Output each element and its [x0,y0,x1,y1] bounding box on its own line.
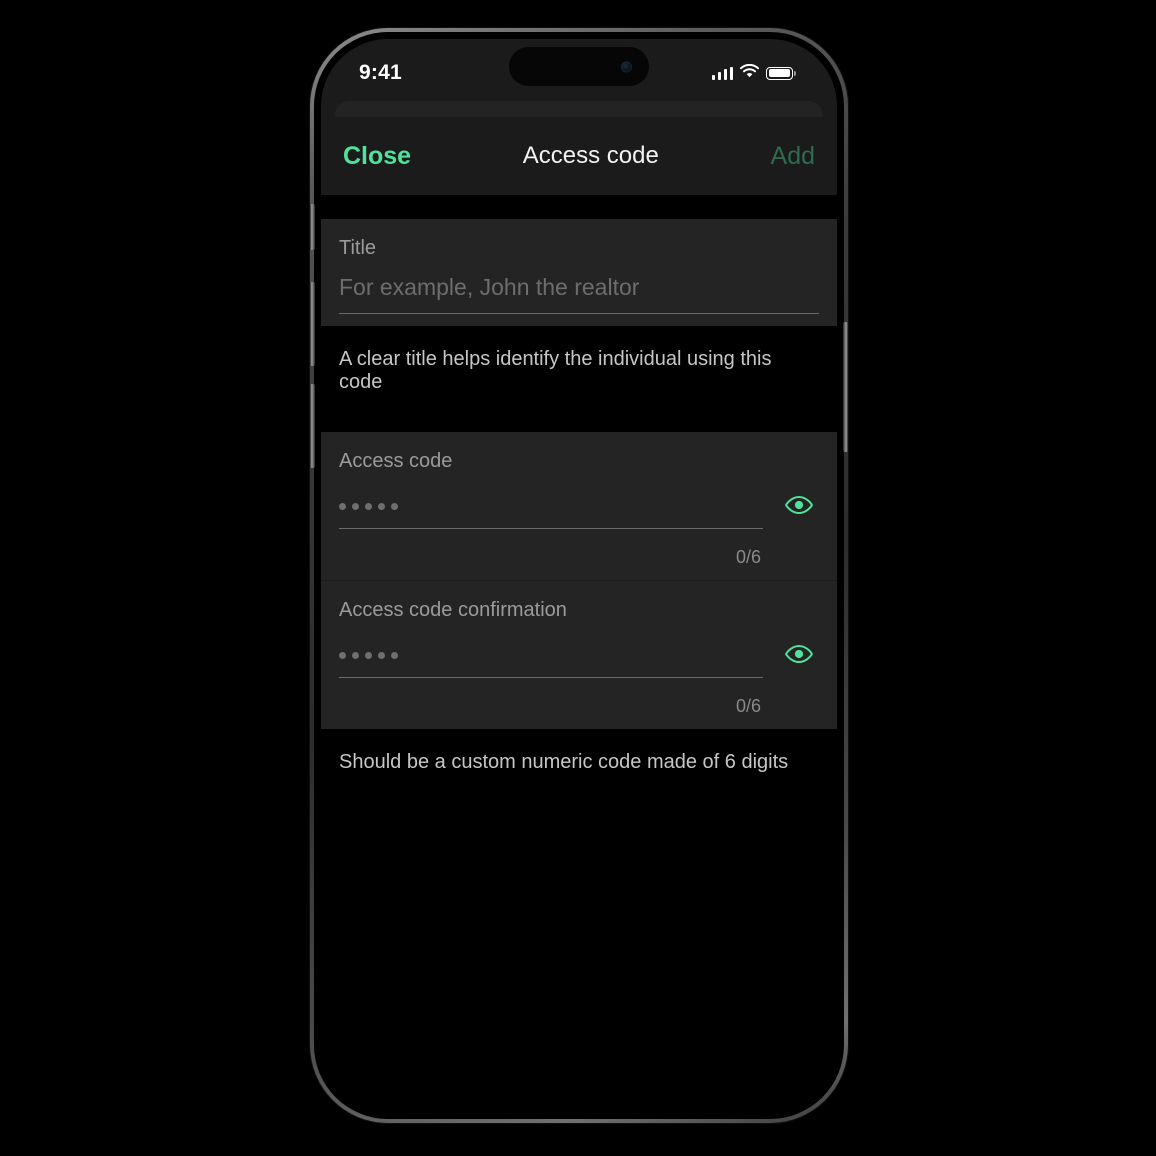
access-code-confirmation-counter: 0/6 [735,696,761,716]
wifi-icon [740,63,759,83]
access-code-confirmation-underline [339,676,763,678]
title-helper-text: A clear title helps identify the individ… [321,326,837,394]
access-code-field-wrapper[interactable]: Access code 0/6 [339,432,819,580]
access-code-confirmation-label: Access code confirmation [339,599,567,621]
status-bar-clock: 9:41 [359,61,402,84]
access-code-confirmation-reveal-button[interactable] [779,636,819,676]
spacer-middle [321,394,837,432]
eye-icon [785,644,813,669]
access-code-row [339,487,819,537]
access-code-confirmation-field-wrapper[interactable]: Access code confirmation 0/6 [339,581,819,729]
page-title: Access code [522,142,659,169]
access-code-confirmation-masked-value [339,645,763,667]
title-card: Title For example, John the realtor [321,219,837,326]
access-code-input[interactable] [339,496,763,529]
title-field-wrapper[interactable]: Title For example, John the realtor [339,219,819,326]
sheet-grabber[interactable] [335,101,823,117]
title-field-label: Title [339,237,377,259]
cellular-bars-icon [711,66,733,80]
device-bezel: 9:41 Close Access code Add Title For exa… [310,32,848,1119]
status-bar: 9:41 [321,39,837,101]
access-code-counter: 0/6 [735,547,761,567]
access-code-label: Access code [339,450,453,472]
access-code-underline [339,527,763,529]
sheet-grabber-area [321,101,837,117]
title-field-underline [339,313,819,314]
close-button[interactable]: Close [343,142,411,171]
status-bar-indicators [711,63,796,83]
access-code-masked-value [339,496,763,518]
access-code-reveal-button[interactable] [779,487,819,527]
access-code-confirmation-input[interactable] [339,645,763,678]
volume-down-button[interactable] [310,384,315,468]
access-code-card: Access code 0/6 [321,432,837,580]
dynamic-island [509,47,649,86]
eye-icon [785,495,813,520]
title-input[interactable]: For example, John the realtor [339,274,819,301]
access-code-confirmation-row [339,636,819,686]
action-button[interactable] [310,204,315,250]
battery-full-icon [766,66,796,80]
phone-screen: 9:41 Close Access code Add Title For exa… [321,39,837,1112]
navigation-bar: Close Access code Add [321,117,837,195]
power-button[interactable] [843,322,848,452]
form-content: Title For example, John the realtor A cl… [321,195,837,1112]
screenshot-root: 9:41 Close Access code Add Title For exa… [0,0,1156,1156]
access-code-confirmation-card: Access code confirmation 0/6 [321,581,837,729]
spacer-top [321,195,837,219]
iphone-device-frame: 9:41 Close Access code Add Title For exa… [310,28,848,1123]
volume-up-button[interactable] [310,282,315,366]
access-code-helper-text: Should be a custom numeric code made of … [321,729,837,774]
front-camera-icon [621,61,632,72]
add-button[interactable]: Add [771,142,815,171]
